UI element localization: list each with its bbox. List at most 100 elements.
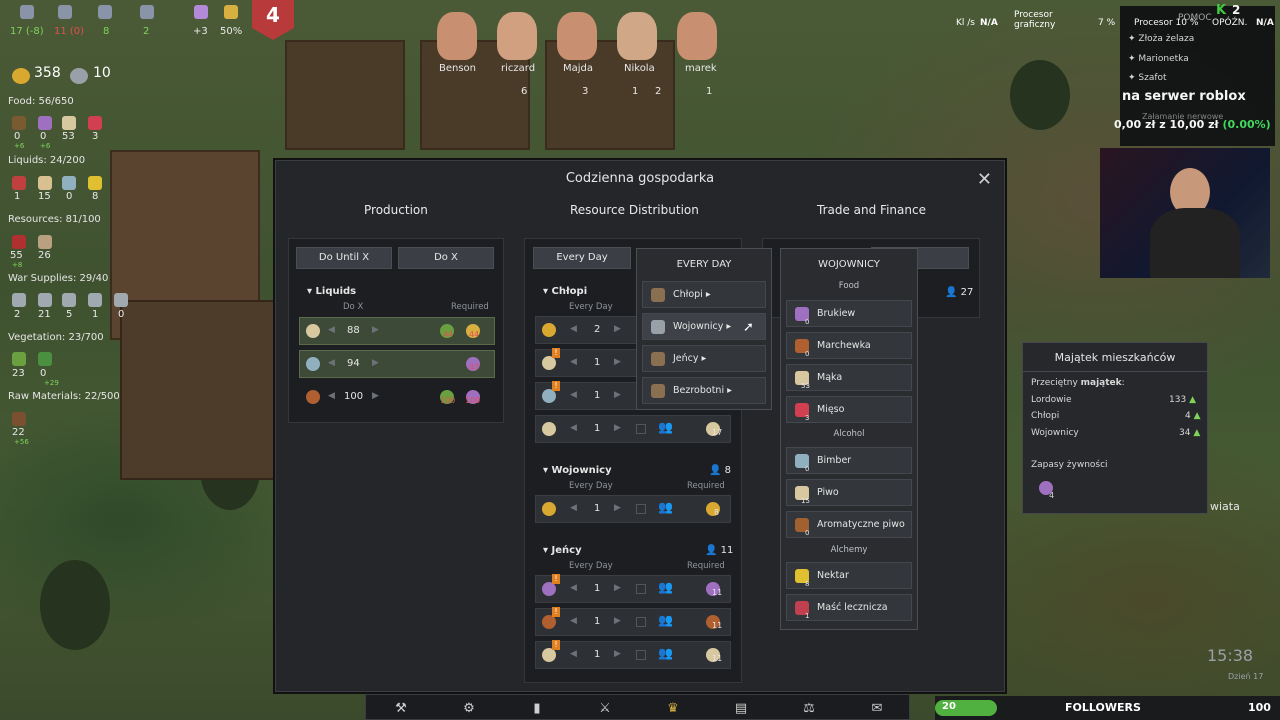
crown-icon[interactable]: ♛ xyxy=(664,701,682,716)
menu-item-label: Bimber xyxy=(817,455,852,466)
gear-icon[interactable]: ⚙ xyxy=(460,701,478,716)
checkbox[interactable] xyxy=(636,584,646,594)
scales-icon[interactable]: ⚖ xyxy=(800,701,818,716)
increase-arrow[interactable]: ▶ xyxy=(614,503,621,513)
menu-item-mieso[interactable]: Mięso 3 xyxy=(786,396,912,423)
category-alcohol: Alcohol xyxy=(833,429,865,439)
carrot-icon xyxy=(542,615,556,629)
peasant-icon xyxy=(651,288,665,302)
nectar-icon xyxy=(88,176,102,190)
lord-portrait[interactable] xyxy=(557,12,597,60)
group-count: 👤 11 xyxy=(705,545,734,556)
lord-portrait[interactable] xyxy=(437,12,477,60)
lord-portrait[interactable] xyxy=(677,12,717,60)
decrease-arrow[interactable]: ◀ xyxy=(328,325,335,335)
spear-icon xyxy=(38,293,52,307)
required-value: 100 xyxy=(440,396,456,405)
menu-item-piwo[interactable]: Piwo 15 xyxy=(786,479,912,506)
war-value: 1 xyxy=(92,309,99,320)
kick-count: 2 xyxy=(1232,3,1241,17)
menu-item-marchewka[interactable]: Marchewka 0 xyxy=(786,332,912,359)
overlay-item-label: Marionetka xyxy=(1138,54,1189,64)
liquids-header[interactable]: ▾ Liquids xyxy=(307,286,356,297)
increase-arrow[interactable]: ▶ xyxy=(372,391,379,401)
required-value: 100 xyxy=(465,396,481,405)
increase-arrow[interactable]: ▶ xyxy=(614,390,621,400)
game-day: Dzień 17 xyxy=(1228,672,1264,681)
stone-icon xyxy=(38,235,52,249)
decrease-arrow[interactable]: ◀ xyxy=(570,357,577,367)
increase-arrow[interactable]: ▶ xyxy=(614,423,621,433)
menu-item-bimber[interactable]: Bimber 0 xyxy=(786,447,912,474)
col-do-x: Do X xyxy=(343,302,364,312)
wealth-panel: Majątek mieszkańców Przeciętny majątek: … xyxy=(1022,342,1208,514)
checkbox[interactable] xyxy=(636,504,646,514)
increase-arrow[interactable]: ▶ xyxy=(372,325,379,335)
faith-value: +3 xyxy=(193,26,208,37)
close-icon[interactable]: ✕ xyxy=(977,169,992,190)
menu-item-jency[interactable]: Jeńcy ▸ xyxy=(642,345,766,372)
menu-item-nektar[interactable]: Nektar 8 xyxy=(786,562,912,589)
row-value: 1 xyxy=(594,583,601,594)
every-day-button[interactable]: Every Day xyxy=(533,247,631,269)
decrease-arrow[interactable]: ◀ xyxy=(570,324,577,334)
cpu-label: Procesor 10 % xyxy=(1134,18,1199,28)
item-qty: 1 xyxy=(805,612,810,620)
tree xyxy=(1010,60,1070,130)
decrease-arrow[interactable]: ◀ xyxy=(570,390,577,400)
menu-item-masc-lecznicza[interactable]: Maść lecznicza 1 xyxy=(786,594,912,621)
group-header[interactable]: ▾ Jeńcy xyxy=(543,545,582,556)
tab-resource-distribution[interactable]: Resource Distribution xyxy=(570,203,699,217)
checkbox[interactable] xyxy=(636,617,646,627)
decrease-arrow[interactable]: ◀ xyxy=(328,391,335,401)
col-required: Required xyxy=(451,302,489,312)
production-section: Do Until X Do X ▾ Liquids Do X Required … xyxy=(288,238,504,423)
do-until-x-button[interactable]: Do Until X xyxy=(296,247,392,269)
menu-item-chlopi[interactable]: Chłopi ▸ xyxy=(642,281,766,308)
menu-item-label: Maść lecznicza xyxy=(817,602,888,613)
book-icon[interactable]: ▤ xyxy=(732,701,750,716)
menu-item-aromatyczne-piwo[interactable]: Aromatyczne piwo 0 xyxy=(786,511,912,538)
donation-amount: 0,00 zł z 10,00 zł xyxy=(1114,118,1219,131)
decrease-arrow[interactable]: ◀ xyxy=(570,423,577,433)
group-name: Wojownicy xyxy=(551,465,612,476)
group-header[interactable]: ▾ Chłopi xyxy=(543,286,587,297)
decrease-arrow[interactable]: ◀ xyxy=(570,649,577,659)
increase-arrow[interactable]: ▶ xyxy=(614,616,621,626)
menu-item-maka[interactable]: Mąka 53 xyxy=(786,364,912,391)
decrease-arrow[interactable]: ◀ xyxy=(570,503,577,513)
checkbox[interactable] xyxy=(636,424,646,434)
row-value: 1 xyxy=(594,423,601,434)
checkbox[interactable] xyxy=(636,650,646,660)
game-clock: 15:38 xyxy=(1207,646,1254,665)
decrease-arrow[interactable]: ◀ xyxy=(570,616,577,626)
lord-portrait[interactable] xyxy=(497,12,537,60)
chart-icon[interactable]: ▮ xyxy=(528,701,546,716)
bread-icon xyxy=(12,116,26,130)
lord-portrait[interactable] xyxy=(617,12,657,60)
scroll-icon[interactable]: ✉ xyxy=(868,701,886,716)
decrease-arrow[interactable]: ◀ xyxy=(328,358,335,368)
menu-item-bezrobotni[interactable]: Bezrobotni ▸ xyxy=(642,377,766,404)
do-x-button[interactable]: Do X xyxy=(398,247,494,269)
donation-progress: 0,00 zł z 10,00 zł (0.00%) xyxy=(1114,118,1271,131)
increase-arrow[interactable]: ▶ xyxy=(614,583,621,593)
increase-arrow[interactable]: ▶ xyxy=(372,358,379,368)
decrease-arrow[interactable]: ◀ xyxy=(570,583,577,593)
menu-item-label: Piwo xyxy=(817,487,839,498)
up-arrow-icon: ▲ xyxy=(1193,411,1201,421)
increase-arrow[interactable]: ▶ xyxy=(614,357,621,367)
overlay-item: ✦ Złoża żelaza xyxy=(1128,34,1195,44)
warning-icon: ! xyxy=(552,640,560,650)
group-header[interactable]: ▾ Wojownicy xyxy=(543,465,612,476)
resource-delta: +8 xyxy=(12,261,23,269)
menu-item-brukiew[interactable]: Brukiew 0 xyxy=(786,300,912,327)
swords-icon[interactable]: ⚔ xyxy=(596,701,614,716)
warning-icon: ! xyxy=(552,348,560,358)
increase-arrow[interactable]: ▶ xyxy=(614,649,621,659)
tab-production[interactable]: Production xyxy=(364,203,428,217)
liquids-header-label: Liquids xyxy=(315,286,357,297)
hammer-icon[interactable]: ⚒ xyxy=(392,701,410,716)
increase-arrow[interactable]: ▶ xyxy=(614,324,621,334)
tab-trade-finance[interactable]: Trade and Finance xyxy=(817,203,926,217)
